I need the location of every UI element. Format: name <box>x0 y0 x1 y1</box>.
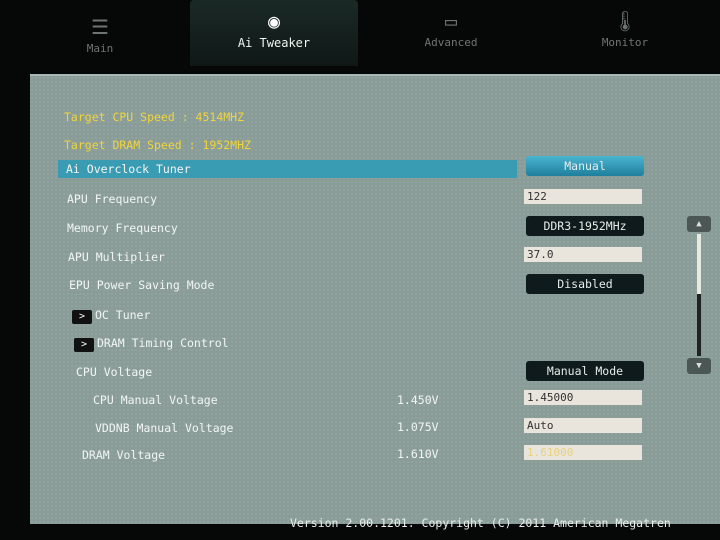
thermometer-icon: 🌡 <box>612 9 638 33</box>
scroll-track[interactable] <box>697 234 701 356</box>
apu-frequency-label: APU Frequency <box>67 192 158 206</box>
tab-ai-tweaker[interactable]: ◉ Ai Tweaker <box>190 0 358 66</box>
vddnb-voltage-current: 1.075V <box>397 420 439 434</box>
scroll-down-icon[interactable]: ▼ <box>687 358 711 374</box>
dram-voltage-current: 1.610V <box>397 447 439 461</box>
cpu-voltage-select[interactable]: Manual Mode <box>526 361 644 381</box>
submenu-arrow-icon: > <box>74 338 94 352</box>
vddnb-voltage-input[interactable]: Auto <box>524 418 642 433</box>
dram-timing-control-link[interactable]: > DRAM Timing Control <box>74 336 229 352</box>
apu-frequency-input[interactable]: 122 <box>524 189 642 204</box>
oc-tuner-link[interactable]: > OC Tuner <box>72 308 150 324</box>
tweaker-icon: ◉ <box>267 9 281 33</box>
advanced-info-icon: ▭ <box>444 9 458 33</box>
apu-multiplier-input[interactable]: 37.0 <box>524 247 642 262</box>
list-icon: ☰ <box>91 15 109 39</box>
version-footer: Version 2.00.1201. Copyright (C) 2011 Am… <box>290 516 671 530</box>
ai-overclock-tuner-label[interactable]: Ai Overclock Tuner <box>66 162 191 176</box>
ai-overclock-tuner-select[interactable]: Manual <box>526 156 644 176</box>
cpu-voltage-label: CPU Voltage <box>76 365 153 379</box>
settings-panel: Target CPU Speed : 4514MHZ Target DRAM S… <box>30 74 720 524</box>
scrollbar[interactable]: ▲ ▼ <box>687 216 711 376</box>
tab-main[interactable]: ☰ Main <box>60 6 140 72</box>
top-tabs: ☰ Main ◉ Ai Tweaker ▭ Advanced 🌡 Monitor <box>0 0 720 70</box>
tab-monitor[interactable]: 🌡 Monitor <box>585 0 665 66</box>
cpu-manual-voltage-current: 1.450V <box>397 393 439 407</box>
tab-advanced[interactable]: ▭ Advanced <box>410 0 492 66</box>
scroll-thumb[interactable] <box>697 234 701 294</box>
cpu-manual-voltage-input[interactable]: 1.45000 <box>524 390 642 405</box>
scroll-up-icon[interactable]: ▲ <box>687 216 711 232</box>
target-dram-speed: Target DRAM Speed : 1952MHZ <box>64 138 251 152</box>
epu-power-saving-label: EPU Power Saving Mode <box>69 278 215 292</box>
dram-voltage-label: DRAM Voltage <box>82 448 166 462</box>
cpu-manual-voltage-label: CPU Manual Voltage <box>93 393 218 407</box>
epu-power-saving-select[interactable]: Disabled <box>526 274 644 294</box>
vddnb-voltage-label: VDDNB Manual Voltage <box>95 421 234 435</box>
memory-frequency-select[interactable]: DDR3-1952MHz <box>526 216 644 236</box>
submenu-arrow-icon: > <box>72 310 92 324</box>
target-cpu-speed: Target CPU Speed : 4514MHZ <box>64 110 245 124</box>
apu-multiplier-label: APU Multiplier <box>68 250 165 264</box>
memory-frequency-label: Memory Frequency <box>67 221 178 235</box>
dram-voltage-input[interactable]: 1.61000 <box>524 445 642 460</box>
